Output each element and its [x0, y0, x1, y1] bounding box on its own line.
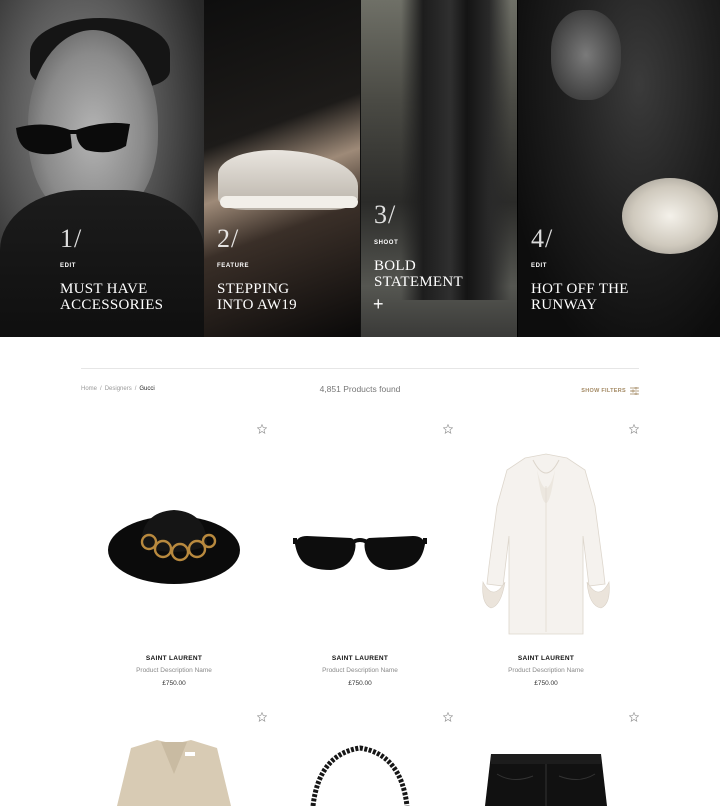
black-fedora-hat-icon[interactable] — [81, 446, 267, 646]
tile-title-line: ACCESSORIES — [60, 297, 164, 313]
product-brand: SAINT LAURENT — [517, 655, 575, 662]
tile-title-line: HOT OFF THE — [531, 281, 629, 297]
white-ruffle-blouse-icon[interactable] — [453, 446, 639, 646]
filter-sliders-icon — [630, 387, 639, 395]
product-price: £750.00 — [162, 680, 186, 687]
product-description[interactable]: Product Description Name — [267, 667, 453, 674]
product-card[interactable] — [453, 712, 639, 806]
expand-plus-icon[interactable]: + — [373, 295, 384, 313]
product-card[interactable]: SAINT LAURENT Product Description Name £… — [81, 424, 267, 704]
tile-number: 4/ — [531, 224, 554, 253]
show-filters-button[interactable]: SHOW FILTERS — [581, 387, 639, 395]
tile-kicker: FEATURE — [217, 263, 250, 269]
show-filters-label: SHOW FILTERS — [581, 388, 626, 394]
breadcrumb-home[interactable]: Home — [81, 386, 97, 392]
wishlist-star-icon[interactable] — [629, 424, 639, 434]
product-price: £750.00 — [534, 680, 558, 687]
tile-title[interactable]: HOT OFF THE RUNWAY — [531, 281, 629, 313]
wishlist-star-icon[interactable] — [629, 712, 639, 722]
tile-title-line: STATEMENT — [374, 274, 463, 290]
tile-title-line: RUNWAY — [531, 297, 598, 313]
hero-photo-jacket — [0, 190, 204, 337]
tile-number: 1/ — [60, 224, 83, 253]
tile-kicker: EDIT — [60, 263, 77, 269]
sneaker-sole-photo — [220, 196, 358, 208]
tile-title[interactable]: BOLD STATEMENT — [374, 258, 463, 290]
product-card[interactable] — [81, 712, 267, 806]
breadcrumb-separator: / — [100, 386, 102, 392]
black-sunglasses-icon[interactable] — [267, 446, 453, 646]
tile-kicker: EDIT — [531, 263, 548, 269]
black-leather-shorts-icon[interactable] — [453, 734, 639, 806]
wishlist-star-icon[interactable] — [257, 424, 267, 434]
product-description[interactable]: Product Description Name — [81, 667, 267, 674]
divider — [81, 368, 639, 369]
tile-title-line: BOLD — [374, 258, 417, 274]
product-card[interactable]: SAINT LAURENT Product Description Name £… — [267, 424, 453, 704]
product-brand: SAINT LAURENT — [145, 655, 203, 662]
wishlist-star-icon[interactable] — [443, 712, 453, 722]
tile-title[interactable]: MUST HAVE ACCESSORIES — [60, 281, 163, 313]
product-card[interactable]: SAINT LAURENT Product Description Name £… — [453, 424, 639, 704]
tile-number: 2/ — [217, 224, 240, 253]
hosiery-photo — [401, 0, 511, 300]
tile-title-line: STEPPING — [217, 281, 290, 297]
tile-title-line: INTO AW19 — [217, 297, 297, 313]
plate-photo — [622, 178, 718, 254]
product-price: £750.00 — [348, 680, 372, 687]
model-photo — [551, 10, 621, 100]
beige-blazer-icon[interactable] — [81, 734, 267, 806]
breadcrumb-current: Gucci — [139, 386, 155, 392]
breadcrumb: Home / Designers / Gucci — [81, 386, 155, 392]
tile-title-line: MUST HAVE — [60, 281, 148, 297]
product-description[interactable]: Product Description Name — [453, 667, 639, 674]
editorial-hero: 1/ EDIT MUST HAVE ACCESSORIES 2/ FEATURE… — [0, 0, 720, 337]
product-brand: SAINT LAURENT — [331, 655, 389, 662]
tile-title[interactable]: STEPPING INTO AW19 — [217, 281, 297, 313]
breadcrumb-designers[interactable]: Designers — [105, 386, 132, 392]
tile-kicker: SHOOT — [374, 240, 399, 246]
wishlist-star-icon[interactable] — [443, 424, 453, 434]
black-necklace-icon[interactable] — [267, 734, 453, 806]
wishlist-star-icon[interactable] — [257, 712, 267, 722]
tile-number: 3/ — [374, 200, 397, 229]
product-card[interactable] — [267, 712, 453, 806]
breadcrumb-separator: / — [134, 386, 137, 392]
sunglasses-photo — [16, 122, 130, 155]
